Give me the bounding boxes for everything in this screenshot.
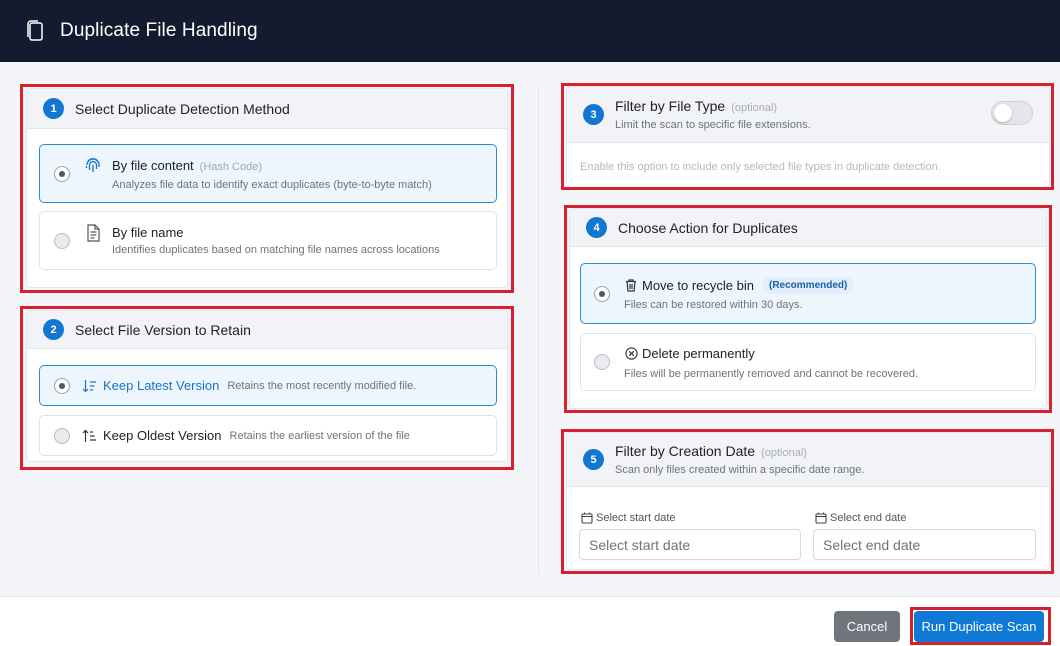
duplicate-action-card: 4 Choose Action for Duplicates Move to r… (569, 208, 1047, 409)
sort-desc-icon (82, 377, 97, 395)
end-date-label-text: Select end date (830, 511, 907, 524)
option-description: Retains the most recently modified file. (227, 379, 417, 392)
radio-delete-permanently[interactable] (594, 354, 610, 370)
circle-x-icon (624, 345, 638, 363)
column-divider (538, 86, 539, 574)
optional-tag: (optional) (731, 102, 778, 114)
option-description: Files will be permanently removed and ca… (624, 367, 919, 380)
start-date-input[interactable] (579, 529, 801, 560)
file-type-filter-card: 3 Filter by File Type (optional) Limit th… (566, 86, 1050, 188)
cancel-button[interactable]: Cancel (834, 611, 900, 642)
dialog-footer (0, 596, 1060, 646)
end-date-input[interactable] (813, 529, 1036, 560)
option-title: Delete permanently (642, 346, 755, 361)
file-type-filter-toggle[interactable] (991, 101, 1033, 125)
option-delete-permanently[interactable]: Delete permanently Files will be permane… (580, 333, 1036, 391)
option-description: Files can be restored within 30 days. (624, 299, 803, 311)
run-duplicate-scan-button[interactable]: Run Duplicate Scan (914, 611, 1044, 642)
option-by-file-content[interactable]: By file content (Hash Code) Analyzes file… (39, 144, 497, 203)
option-move-to-recycle-bin[interactable]: Move to recycle bin (Recommended) Files … (580, 263, 1036, 324)
creation-date-filter-header: 5 Filter by Creation Date (optional) Scan… (567, 433, 1049, 487)
fingerprint-icon (84, 156, 102, 174)
section-title: Select Duplicate Detection Method (75, 100, 290, 117)
title-bar: Duplicate File Handling (0, 0, 1060, 62)
option-title: Keep Oldest Version (103, 428, 222, 443)
step-badge: 5 (583, 449, 604, 470)
detection-method-header: 1 Select Duplicate Detection Method (27, 89, 507, 129)
file-version-header: 2 Select File Version to Retain (27, 311, 507, 349)
dialog-title: Duplicate File Handling (60, 20, 258, 41)
step-badge: 1 (43, 98, 64, 119)
radio-by-file-name[interactable] (54, 232, 70, 249)
option-description: Retains the earliest version of the file (229, 429, 410, 442)
section-title: Select File Version to Retain (75, 321, 251, 338)
radio-move-to-recycle-bin[interactable] (594, 285, 610, 302)
section-subtitle: Limit the scan to specific file extensio… (615, 119, 811, 131)
option-title: By file name (112, 225, 184, 240)
option-description: Identifies duplicates based on matching … (112, 244, 440, 256)
document-icon (84, 224, 102, 242)
creation-date-filter-card: 5 Filter by Creation Date (optional) Scan… (566, 432, 1050, 570)
duplicate-action-header: 4 Choose Action for Duplicates (570, 209, 1046, 247)
file-version-card: 2 Select File Version to Retain Keep Lat… (26, 310, 508, 462)
step-badge: 3 (583, 104, 604, 125)
option-keep-latest[interactable]: Keep Latest Version Retains the most rec… (39, 365, 497, 406)
start-date-label-text: Select start date (596, 511, 676, 524)
option-hint: (Hash Code) (199, 160, 263, 173)
option-by-file-name[interactable]: By file name Identifies duplicates based… (39, 211, 497, 270)
optional-tag: (optional) (761, 447, 807, 459)
end-date-label: Select end date (814, 511, 906, 524)
step-badge: 4 (586, 217, 607, 238)
radio-by-file-content[interactable] (54, 165, 70, 182)
option-keep-oldest[interactable]: Keep Oldest Version Retains the earliest… (39, 415, 497, 456)
calendar-icon (814, 511, 827, 524)
trash-icon (624, 276, 638, 294)
option-title: Keep Latest Version (103, 378, 220, 393)
section-title: Choose Action for Duplicates (618, 219, 798, 236)
recommended-badge: (Recommended) (762, 276, 855, 294)
start-date-label: Select start date (580, 511, 676, 524)
calendar-icon (580, 511, 593, 524)
file-type-filter-hint: Enable this option to include only selec… (580, 161, 941, 173)
section-subtitle: Scan only files created within a specifi… (615, 464, 865, 476)
option-title: Move to recycle bin (642, 277, 754, 293)
file-type-filter-header: 3 Filter by File Type (optional) Limit th… (567, 87, 1049, 143)
option-title: By file content (112, 157, 194, 173)
radio-keep-oldest[interactable] (54, 427, 70, 444)
detection-method-card: 1 Select Duplicate Detection Method By f… (26, 88, 508, 288)
sort-asc-icon (82, 427, 97, 445)
option-description: Analyzes file data to identify exact dup… (112, 178, 432, 191)
copy-icon (26, 20, 46, 42)
section-title: Filter by File Type (615, 98, 726, 114)
step-badge: 2 (43, 319, 64, 340)
section-title: Filter by Creation Date (615, 443, 756, 459)
radio-keep-latest[interactable] (54, 377, 70, 394)
